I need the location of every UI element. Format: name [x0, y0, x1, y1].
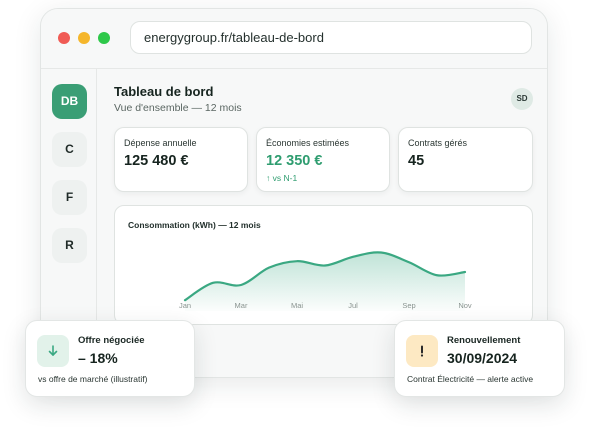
x-tick-label: Sep [402, 301, 415, 310]
maximize-window-button[interactable] [98, 32, 110, 44]
series-area [185, 252, 465, 311]
kpi-label: Dépense annuelle [124, 138, 197, 148]
minimize-window-button[interactable] [78, 32, 90, 44]
x-tick-label: Jul [348, 301, 358, 310]
x-tick-label: Mar [235, 301, 248, 310]
kpi-label: Économies estimées [266, 138, 350, 148]
renewal-card: Renouvellement 30/09/2024 Contrat Électr… [394, 320, 565, 397]
offer-icon-tile [37, 335, 69, 367]
renewal-date: 30/09/2024 [447, 350, 518, 366]
x-tick-label: Jan [179, 301, 191, 310]
offer-value: – 18% [78, 350, 118, 366]
kpi-value: 45 [408, 153, 425, 169]
kpi-card-estimated-savings: Économies estimées 12 350 € ↑ vs N-1 [256, 127, 390, 192]
consumption-chart: Jan Mar Mai Jul Sep Nov [179, 251, 472, 311]
renewal-icon-tile [406, 335, 438, 367]
sidebar-item-contracts[interactable]: C [52, 132, 87, 167]
sidebar-item-dashboard[interactable]: DB [52, 84, 87, 119]
browser-toolbar: energygroup.fr/tableau-de-bord [41, 9, 547, 69]
renewal-note: Contrat Électricité — alerte active [407, 374, 534, 384]
kpi-card-annual-spend: Dépense annuelle 125 480 € [114, 127, 248, 192]
arrow-down-icon [48, 345, 58, 356]
page-title: Tableau de bord [114, 84, 214, 99]
sidebar-item-reports[interactable]: R [52, 228, 87, 263]
close-window-button[interactable] [58, 32, 70, 44]
sidebar-item-invoices[interactable]: F [52, 180, 87, 215]
kpi-value: 12 350 € [266, 153, 323, 169]
kpi-card-managed-contracts: Contrats gérés 45 [398, 127, 533, 192]
offer-note: vs offre de marché (illustratif) [38, 374, 148, 384]
offer-title: Offre négociée [78, 335, 145, 346]
x-tick-label: Nov [458, 301, 472, 310]
kpi-value: 125 480 € [124, 153, 189, 169]
renewal-title: Renouvellement [447, 335, 521, 346]
kpi-delta: ↑ vs N-1 [266, 173, 298, 183]
avatar[interactable]: SD [511, 88, 533, 110]
exclamation-icon [420, 345, 424, 357]
page-subtitle: Vue d'ensemble — 12 mois [114, 102, 242, 114]
negotiated-offer-card: Offre négociée – 18% vs offre de marché … [25, 320, 195, 397]
x-tick-label: Mai [291, 301, 303, 310]
address-bar[interactable]: energygroup.fr/tableau-de-bord [130, 21, 532, 54]
kpi-label: Contrats gérés [408, 138, 468, 148]
consumption-chart-card: Consommation (kWh) — 12 mois Jan Mar Mai Ju… [114, 205, 533, 325]
